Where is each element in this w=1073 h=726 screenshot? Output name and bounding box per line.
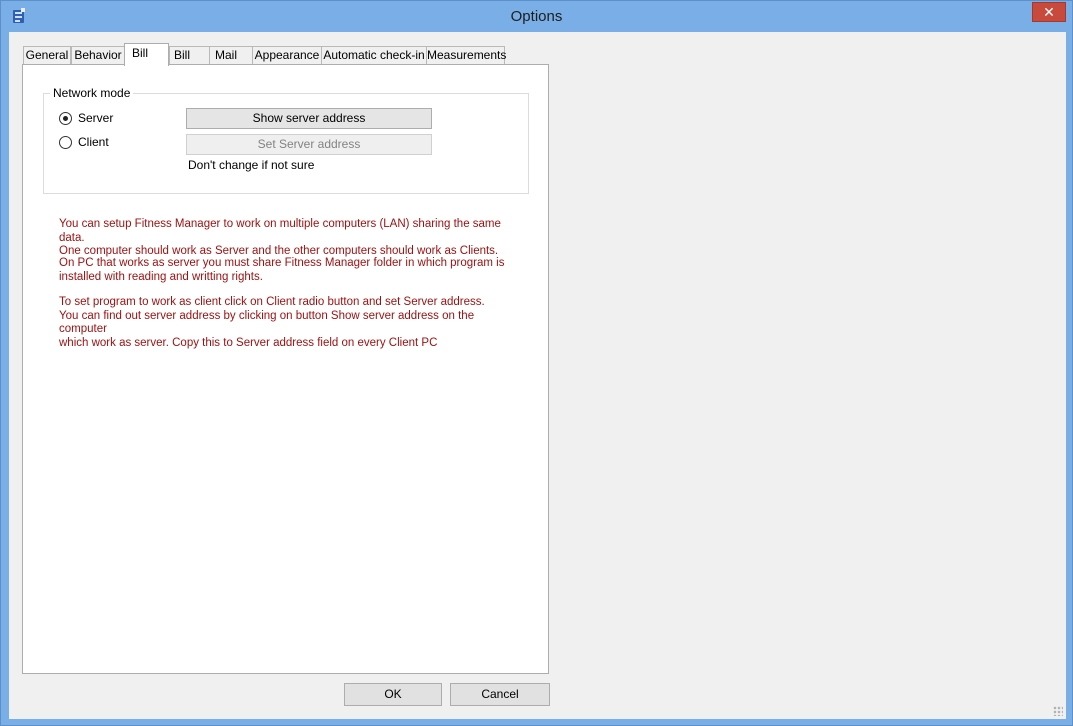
server-radio-option[interactable]: Server <box>59 110 113 126</box>
info-line: On PC that works as server you must shar… <box>59 257 505 269</box>
close-button[interactable]: ✕ <box>1032 2 1066 22</box>
window-title: Options <box>510 8 563 25</box>
tab-automatic-check-in[interactable]: Automatic check-in <box>321 46 427 65</box>
close-icon: ✕ <box>1043 4 1055 20</box>
set-server-address-button[interactable]: Set Server address <box>186 134 432 155</box>
title-bar[interactable]: Options ✕ <box>1 1 1072 32</box>
tab-behavior[interactable]: Behavior <box>71 46 125 65</box>
dialog-client-area: General Behavior Bill Bill Mail Appearan… <box>9 32 1066 719</box>
info-line: installed with reading and writting righ… <box>59 270 263 283</box>
info-line: To set program to work as client click o… <box>59 296 485 308</box>
show-server-address-button[interactable]: Show server address <box>186 108 432 129</box>
info-paragraph-1: You can setup Fitness Manager to work on… <box>59 218 519 259</box>
network-hint: Don't change if not sure <box>188 158 315 172</box>
options-window: Options ✕ General Behavior Bill Bill Mai… <box>0 0 1073 726</box>
cancel-button[interactable]: Cancel <box>450 683 550 706</box>
server-radio[interactable] <box>59 111 72 125</box>
tab-bill-2[interactable]: Bill <box>169 46 210 65</box>
ok-button[interactable]: OK <box>344 683 442 706</box>
tab-appearance[interactable]: Appearance <box>252 46 322 65</box>
tab-bill[interactable]: Bill <box>124 43 169 66</box>
tab-measurements[interactable]: Measurements <box>426 46 506 65</box>
resize-grip-icon[interactable] <box>1053 706 1063 716</box>
info-paragraph-3: To set program to work as client click o… <box>59 296 519 350</box>
network-mode-legend: Network mode <box>50 86 134 100</box>
info-line: You can setup Fitness Manager to work on… <box>59 218 501 244</box>
info-line: which work as server. Copy this to Serve… <box>59 336 438 349</box>
bill-tab-page: Network mode Server Client Show server a… <box>22 64 549 674</box>
info-line: You can find out server address by click… <box>59 309 475 336</box>
tab-general[interactable]: General <box>23 46 71 65</box>
tab-mail[interactable]: Mail <box>209 46 253 65</box>
info-paragraph-2: On PC that works as server you must shar… <box>59 257 519 284</box>
network-mode-group: Network mode Server Client Show server a… <box>43 86 529 194</box>
client-radio[interactable] <box>59 135 72 149</box>
client-radio-label: Client <box>78 135 109 149</box>
server-radio-label: Server <box>78 111 114 125</box>
client-radio-option[interactable]: Client <box>59 134 109 150</box>
